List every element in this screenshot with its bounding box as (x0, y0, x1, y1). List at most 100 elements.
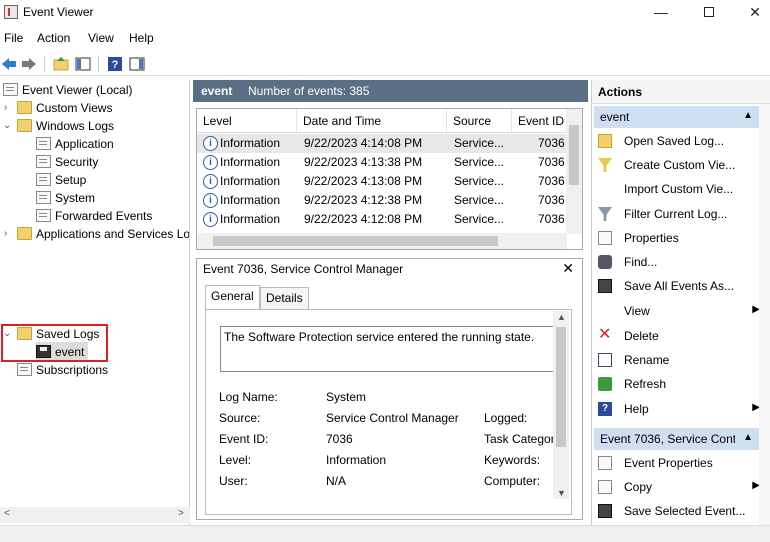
actions-vertical-scrollbar[interactable] (759, 104, 770, 525)
column-date-time[interactable]: Date and Time (297, 109, 447, 133)
scroll-thumb[interactable] (556, 327, 566, 447)
close-button[interactable]: ✕ (732, 0, 770, 26)
maximize-button[interactable] (686, 0, 732, 26)
level-label: Level: (219, 453, 252, 467)
grid-horizontal-scrollbar[interactable] (197, 233, 567, 249)
actions-group-event[interactable]: event ▲ (594, 106, 759, 128)
log-header: event Number of events: 385 (193, 80, 588, 102)
table-row[interactable]: i Information 9/22/2023 4:13:08 PM Servi… (197, 172, 567, 191)
computer-label: Computer: (484, 474, 541, 488)
information-icon: i (203, 193, 218, 208)
collapse-up-icon[interactable]: ▲ (743, 110, 753, 121)
collapse-arrow-icon[interactable]: ⌄ (3, 325, 13, 343)
event-id-label: Event ID: (219, 432, 269, 446)
menu-view[interactable]: View (88, 31, 114, 45)
up-folder-icon[interactable] (52, 55, 70, 73)
column-event-id[interactable]: Event ID (512, 109, 567, 133)
action-import-custom-view[interactable]: Import Custom Vie... (592, 178, 762, 200)
scroll-left-icon[interactable]: < (4, 508, 10, 519)
tree-horizontal-scrollbar[interactable]: < > (0, 507, 190, 523)
log-icon (36, 209, 51, 222)
information-icon: i (203, 174, 218, 189)
table-row[interactable]: i Information 9/22/2023 4:12:38 PM Servi… (197, 191, 567, 210)
show-hide-action-pane-icon[interactable] (128, 55, 146, 73)
column-level[interactable]: Level (197, 109, 297, 133)
properties-icon (598, 231, 612, 245)
event-message[interactable]: The Software Protection service entered … (220, 326, 554, 372)
toolbar-separator (98, 56, 99, 72)
grid-vertical-scrollbar[interactable] (566, 109, 582, 234)
event-id-value: 7036 (326, 432, 353, 446)
scroll-thumb[interactable] (213, 236, 498, 246)
log-icon (36, 191, 51, 204)
detail-vertical-scrollbar[interactable]: ▲ ▼ (553, 311, 569, 499)
action-find[interactable]: Find... (592, 251, 762, 273)
table-row[interactable]: i Information 9/22/2023 4:14:08 PM Servi… (197, 134, 567, 153)
action-copy[interactable]: Copy ▶ (592, 476, 762, 498)
action-create-custom-view[interactable]: Create Custom Vie... (592, 154, 762, 176)
source-value: Service Control Manager (326, 411, 459, 425)
window-title: Event Viewer (23, 5, 94, 19)
folder-icon (17, 119, 32, 132)
action-save-all-events[interactable]: Save All Events As... (592, 275, 762, 297)
event-viewer-icon (3, 83, 18, 96)
collapse-arrow-icon[interactable]: ⌄ (3, 117, 13, 135)
table-row[interactable]: i Information 9/22/2023 4:12:08 PM Servi… (197, 210, 567, 229)
column-source[interactable]: Source (447, 109, 512, 133)
expand-arrow-icon[interactable]: › (4, 225, 14, 243)
action-properties[interactable]: Properties (592, 227, 762, 249)
help-icon[interactable]: ? (106, 55, 124, 73)
menu-file[interactable]: File (4, 31, 23, 45)
subscriptions-icon (17, 363, 32, 376)
tab-general[interactable]: General (205, 285, 260, 309)
close-icon[interactable]: ✕ (562, 260, 574, 277)
action-view[interactable]: View ▶ (592, 300, 762, 322)
action-open-saved-log[interactable]: Open Saved Log... (592, 130, 762, 152)
log-name-label: Log Name: (219, 390, 278, 404)
help-icon: ? (598, 402, 612, 416)
log-icon (36, 155, 51, 168)
filter-icon (598, 158, 612, 172)
properties-icon (598, 456, 612, 470)
save-disk-icon (598, 504, 612, 518)
scroll-up-icon[interactable]: ▲ (557, 312, 566, 322)
action-save-selected-event[interactable]: Save Selected Event... (592, 500, 762, 522)
actions-pane: Actions event ▲ Open Saved Log... Create… (591, 80, 770, 525)
copy-icon (598, 480, 612, 494)
back-arrow-icon[interactable] (0, 55, 18, 73)
action-delete[interactable]: ✕ Delete (592, 325, 762, 347)
information-icon: i (203, 212, 218, 227)
show-hide-tree-icon[interactable] (74, 55, 92, 73)
menu-action[interactable]: Action (37, 31, 70, 45)
folder-icon (17, 101, 32, 114)
collapse-up-icon[interactable]: ▲ (743, 432, 753, 443)
user-label: User: (219, 474, 248, 488)
action-event-properties[interactable]: Event Properties (592, 452, 762, 474)
actions-group-selected-event[interactable]: Event 7036, Service Cont... ▲ (594, 428, 759, 450)
scroll-down-icon[interactable]: ▼ (557, 488, 566, 498)
binoculars-icon (598, 255, 612, 269)
keywords-label: Keywords: (484, 453, 541, 467)
general-tab-body: The Software Protection service entered … (205, 309, 572, 515)
detail-title: Event 7036, Service Control Manager (203, 262, 404, 276)
level-value: Information (326, 453, 387, 467)
svg-text:?: ? (112, 59, 119, 71)
events-grid: Level Date and Time Source Event ID i In… (196, 108, 583, 250)
scroll-thumb[interactable] (569, 125, 579, 185)
folder-icon (17, 327, 32, 340)
task-category-label: Task Category (484, 432, 556, 446)
minimize-button[interactable]: — (638, 0, 684, 26)
action-help[interactable]: ? Help ▶ (592, 398, 762, 420)
event-count: Number of events: 385 (248, 84, 370, 98)
expand-arrow-icon[interactable]: › (4, 99, 14, 117)
scroll-right-icon[interactable]: > (178, 508, 184, 519)
menu-help[interactable]: Help (129, 31, 154, 45)
action-filter-current-log[interactable]: Filter Current Log... (592, 203, 762, 225)
forward-arrow-icon[interactable] (20, 55, 38, 73)
log-icon (36, 137, 51, 150)
tab-details[interactable]: Details (260, 287, 309, 309)
action-rename[interactable]: Rename (592, 349, 762, 371)
log-icon (36, 173, 51, 186)
table-row[interactable]: i Information 9/22/2023 4:13:38 PM Servi… (197, 153, 567, 172)
action-refresh[interactable]: Refresh (592, 373, 762, 395)
